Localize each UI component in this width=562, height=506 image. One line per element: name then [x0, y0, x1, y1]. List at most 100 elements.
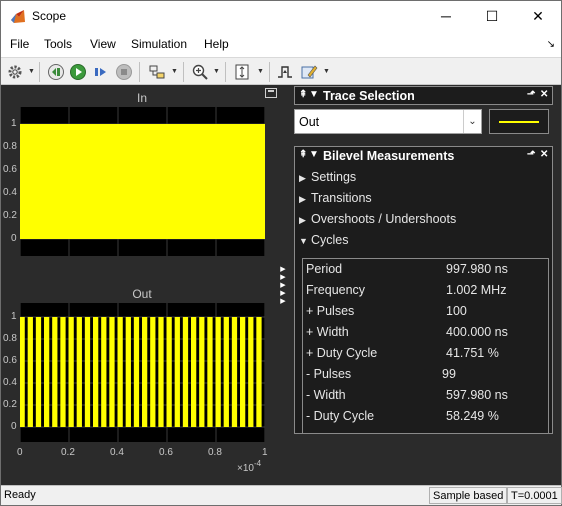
menu-help[interactable]: Help — [204, 37, 229, 51]
measurement-label: Frequency — [306, 283, 366, 297]
pulse — [36, 317, 42, 427]
measurement-label: - Duty Cycle — [306, 409, 375, 423]
pulse — [118, 317, 123, 427]
minimize-button[interactable]: ─ — [423, 1, 469, 31]
chevron-down-icon[interactable]: ▼ — [323, 68, 330, 75]
collapse-icon[interactable]: ▼ — [309, 149, 319, 160]
minimize-icon: ─ — [441, 8, 451, 24]
toolbar-separator — [139, 62, 140, 82]
zoom-button[interactable] — [190, 62, 210, 82]
measurement-value: 1.002 MHz — [446, 283, 507, 297]
section-label: Settings — [311, 170, 357, 184]
bottom-axes[interactable] — [20, 303, 265, 442]
block-diagram-icon — [149, 65, 165, 79]
trace-selection-title: Trace Selection — [323, 89, 415, 103]
triggers-button[interactable] — [275, 62, 295, 82]
trace-line-style[interactable] — [489, 109, 549, 134]
menu-simulation[interactable]: Simulation — [131, 37, 187, 51]
simulation-time: T=0.0001 — [507, 487, 562, 504]
step-forward-button[interactable] — [91, 62, 111, 82]
pulse — [52, 317, 58, 427]
measurement-label: - Width — [306, 388, 346, 402]
undock-panel-icon[interactable]: ⬏ — [527, 89, 535, 100]
expand-panel-icon[interactable]: ▶ — [278, 274, 288, 282]
scale-axes-limits-button[interactable] — [232, 62, 252, 82]
pulse — [167, 317, 172, 427]
close-panel-icon[interactable]: ✕ — [540, 89, 548, 100]
pulse — [142, 317, 148, 427]
trace-select[interactable]: Out ⌄ — [294, 109, 482, 134]
expand-arrow-icon: ▶ — [299, 215, 306, 225]
collapse-icon[interactable]: ▼ — [309, 89, 319, 100]
measurement-value: 99 — [442, 367, 456, 381]
y-tick-label: 0.2 — [3, 399, 17, 410]
bottom-axes-title: Out — [132, 287, 152, 301]
undock-panel-icon[interactable]: ⬏ — [527, 149, 535, 160]
y-tick-label: 1 — [11, 118, 17, 129]
bilevel-header: ⇞ ▼ Bilevel Measurements ⬏ ✕ — [295, 147, 552, 166]
menu-tools[interactable]: Tools — [44, 37, 72, 51]
pulse — [150, 317, 156, 427]
chevron-down-icon[interactable]: ▼ — [257, 68, 264, 75]
measurement-row: Period 997.980 ns — [306, 259, 546, 280]
maximize-button[interactable]: ☐ — [469, 1, 515, 31]
measurement-label: + Duty Cycle — [306, 346, 378, 360]
measurement-row: + Width 400.000 ns — [306, 322, 546, 343]
zoom-in-icon — [192, 64, 208, 80]
chevron-down-icon[interactable]: ▼ — [171, 68, 178, 75]
chevron-down-icon[interactable]: ▼ — [213, 68, 220, 75]
dock-icon[interactable]: ↘ — [547, 39, 555, 50]
y-tick-label: 0.6 — [3, 164, 17, 175]
pulse — [240, 317, 246, 427]
menu-file[interactable]: File — [10, 37, 29, 51]
measurement-row: + Duty Cycle 41.751 % — [306, 343, 546, 364]
step-forward-icon — [95, 68, 106, 76]
stop-button[interactable] — [114, 62, 134, 82]
undock-icon[interactable] — [265, 88, 277, 98]
measurement-label: + Pulses — [306, 304, 355, 318]
measurements-button[interactable] — [299, 62, 319, 82]
window-title: Scope — [32, 9, 67, 23]
expand-panel-icon[interactable]: ▶ — [278, 266, 288, 274]
close-panel-icon[interactable]: ✕ — [540, 149, 548, 160]
measurement-label: - Pulses — [306, 367, 352, 381]
matlab-icon — [11, 10, 25, 23]
x-tick-label: 0.2 — [61, 447, 75, 458]
run-icon — [70, 64, 86, 80]
measurement-value: 100 — [446, 304, 467, 318]
x-exponent-power: -4 — [254, 459, 262, 468]
title-bar: Scope ─ ☐ ✕ — [1, 1, 561, 31]
run-button[interactable] — [68, 62, 88, 82]
pulse — [60, 317, 66, 427]
highlight-simulink-block-button[interactable] — [147, 62, 167, 82]
trace-select-value: Out — [299, 115, 320, 129]
chevron-down-icon[interactable]: ▼ — [28, 68, 35, 75]
menu-bar: File Tools View Simulation Help ↘ — [1, 31, 561, 57]
section-cycles[interactable]: ▼ Cycles — [299, 233, 349, 247]
section-transitions[interactable]: ▶ Transitions — [299, 191, 372, 205]
cycles-table: Period 997.980 ns Frequency 1.002 MHz + Pu… — [302, 258, 549, 434]
section-overshoots[interactable]: ▶ Overshoots / Undershoots — [299, 212, 456, 226]
trigger-icon — [278, 66, 292, 78]
signal-trace — [20, 124, 265, 239]
expand-panel-icon[interactable]: ▶ — [278, 290, 288, 298]
expand-panel-icon[interactable]: ▶ — [278, 282, 288, 290]
trace-selection-panel: ⇞ ▼ Trace Selection ⬏ ✕ Out ⌄ — [294, 86, 553, 138]
scope-display: In 1 0.8 0.6 0.4 0.2 0 Out 1 0.8 0.6 0.4 0.2 0 0 0.… — [1, 85, 561, 485]
pin-icon[interactable]: ⇞ — [299, 89, 307, 100]
pulse — [158, 317, 164, 427]
section-settings[interactable]: ▶ Settings — [299, 170, 356, 184]
axes-scale-icon — [235, 64, 249, 80]
pin-icon[interactable]: ⇞ — [299, 149, 307, 160]
top-axes[interactable] — [20, 107, 265, 256]
y-tick-label: 0 — [11, 233, 17, 244]
step-back-button[interactable] — [46, 62, 66, 82]
sample-mode-indicator: Sample based — [429, 487, 508, 504]
expand-panel-icon[interactable]: ▶ — [278, 298, 288, 306]
close-icon: ✕ — [532, 7, 544, 24]
menu-view[interactable]: View — [90, 37, 116, 51]
configuration-properties-button[interactable] — [5, 62, 25, 82]
chevron-down-icon[interactable]: ⌄ — [463, 110, 481, 133]
step-back-icon — [48, 64, 64, 80]
close-button[interactable]: ✕ — [515, 1, 561, 31]
